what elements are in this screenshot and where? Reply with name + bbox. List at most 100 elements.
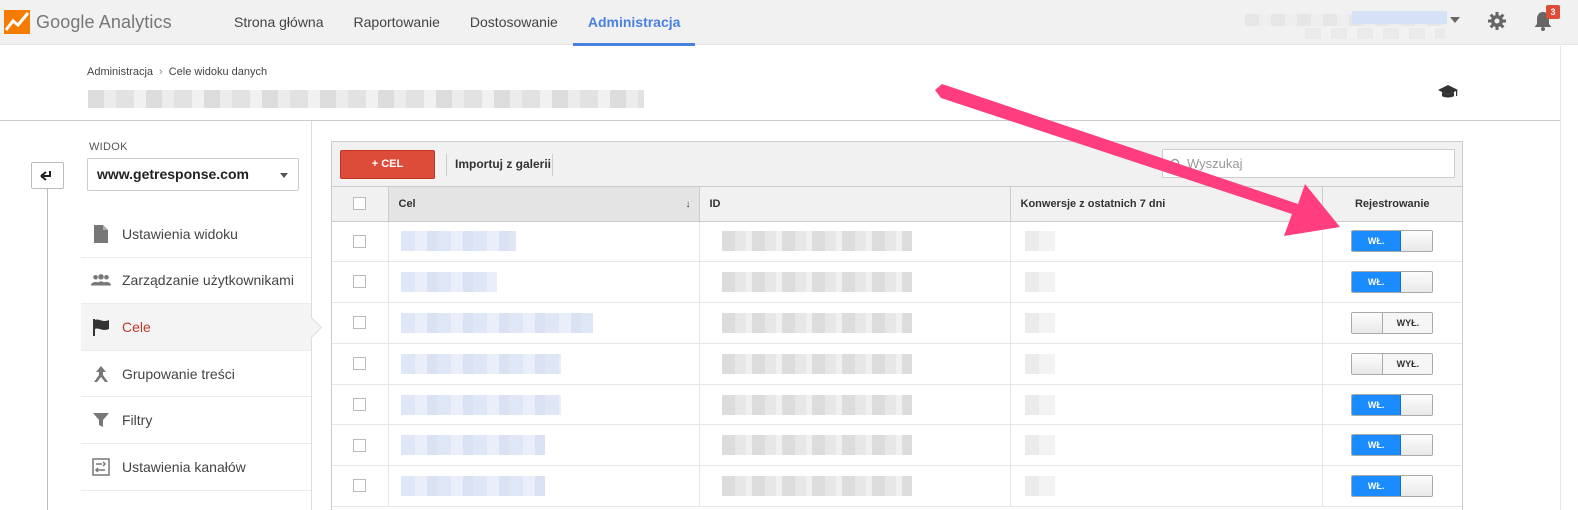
goal-name-cell[interactable] (388, 465, 700, 508)
goals-table: Cel ↓ ID Konwersje z ostatnich 7 dni Reje… (332, 187, 1462, 508)
sidebar-item-view-settings[interactable]: Ustawienia widoku (81, 211, 311, 258)
goal-id-cell (699, 465, 1011, 508)
back-button[interactable] (31, 162, 64, 189)
row-checkbox[interactable] (353, 438, 367, 452)
goal-name-cell[interactable] (388, 261, 700, 304)
sidebar-item-label: Grupowanie treści (122, 365, 235, 382)
account-selector-blurred[interactable] (1245, 10, 1447, 40)
sidebar-item-label: Ustawienia widoku (122, 225, 238, 242)
column-header-label: Konwersje z ostatnich 7 dni (1020, 197, 1166, 210)
conversions-cell (1010, 343, 1323, 385)
row-select-cell (332, 221, 389, 263)
goal-id-blurred (721, 476, 912, 497)
breadcrumb: Administracja › Cele widoku danych (87, 66, 267, 78)
goal-name-cell[interactable] (388, 302, 700, 344)
goals-panel: + CEL Importuj z galerii Cel ↓ ID Konwers… (331, 141, 1463, 510)
conversions-blurred (1024, 272, 1055, 293)
row-select-cell (332, 424, 389, 467)
row-checkbox[interactable] (353, 275, 367, 289)
row-checkbox[interactable] (353, 397, 367, 411)
sidebar-item-goals[interactable]: Cele (81, 304, 311, 351)
account-dropdown-caret-icon[interactable] (1450, 17, 1460, 23)
import-from-gallery-button[interactable]: Importuj z galerii (455, 157, 551, 171)
column-header-label: Rejestrowanie (1354, 197, 1430, 210)
add-goal-button[interactable]: + CEL (340, 150, 435, 179)
recording-toggle[interactable]: WŁ. (1351, 271, 1434, 294)
goal-name-blurred (400, 353, 561, 374)
recording-toggle[interactable]: WŁ. (1351, 230, 1434, 253)
goal-name-cell[interactable] (388, 343, 700, 385)
goal-name-cell[interactable] (388, 424, 700, 467)
toggle-label: WYŁ. (1383, 312, 1433, 333)
goal-name-cell[interactable] (388, 221, 700, 263)
nav-reporting[interactable]: Raportowanie (339, 0, 455, 45)
sidebar-item-label: Filtry (122, 412, 153, 429)
row-checkbox[interactable] (353, 234, 367, 248)
goal-id-cell (699, 221, 1011, 263)
recording-toggle[interactable]: WYŁ. (1351, 311, 1434, 334)
main-nav: Strona główna Raportowanie Dostosowanie … (219, 0, 696, 46)
column-header-id[interactable]: ID (699, 187, 1011, 222)
column-header-goal[interactable]: Cel ↓ (388, 187, 700, 222)
sidebar-menu: Ustawienia widoku Zarządzanie użytkownik… (81, 211, 311, 491)
goal-name-cell[interactable] (388, 384, 700, 426)
conversions-blurred (1024, 353, 1055, 374)
goal-id-blurred (721, 231, 912, 252)
select-all-checkbox[interactable] (353, 197, 367, 211)
recording-cell: WYŁ. (1321, 302, 1462, 344)
toggle-knob (1401, 435, 1433, 456)
breadcrumb-separator: › (159, 66, 163, 78)
recording-toggle[interactable]: WYŁ. (1351, 352, 1434, 375)
goal-name-blurred (400, 394, 561, 415)
goal-id-blurred (721, 272, 912, 293)
toggle-knob (1401, 231, 1433, 252)
search-box[interactable] (1162, 149, 1455, 178)
nav-customization[interactable]: Dostosowanie (455, 0, 573, 45)
table-row: WŁ. (332, 261, 1462, 304)
toggle-knob (1401, 476, 1433, 497)
toggle-label: WŁ. (1352, 476, 1402, 497)
recording-cell: WŁ. (1321, 384, 1462, 426)
row-select-cell (332, 302, 389, 344)
goal-id-blurred (721, 394, 912, 415)
recording-toggle[interactable]: WŁ. (1351, 434, 1434, 457)
toggle-knob (1352, 312, 1384, 333)
toggle-label: WŁ. (1352, 231, 1402, 252)
conversions-cell (1010, 384, 1323, 426)
view-selector[interactable]: www.getresponse.com (87, 158, 299, 191)
row-select-cell (332, 261, 389, 304)
breadcrumb-admin[interactable]: Administracja (87, 66, 153, 78)
conversions-blurred (1024, 476, 1055, 497)
recording-toggle[interactable]: WŁ. (1351, 393, 1434, 416)
sidebar-item-user-management[interactable]: Zarządzanie użytkownikami (81, 258, 311, 305)
nav-admin[interactable]: Administracja (572, 0, 696, 46)
row-checkbox[interactable] (353, 479, 367, 493)
search-input[interactable] (1187, 150, 1447, 177)
conversions-blurred (1024, 231, 1055, 252)
notifications-badge: 3 (1546, 5, 1560, 19)
toggle-knob (1401, 272, 1433, 293)
goal-id-blurred (721, 435, 912, 456)
gear-icon[interactable] (1487, 11, 1507, 31)
filter-icon (91, 410, 111, 430)
conversions-blurred (1024, 435, 1055, 456)
toggle-knob (1352, 353, 1384, 374)
recording-toggle[interactable]: WŁ. (1351, 475, 1434, 498)
sidebar-item-filters[interactable]: Filtry (81, 397, 311, 444)
table-row: WYŁ. (332, 302, 1462, 344)
page-scrollbar[interactable] (1560, 46, 1578, 510)
row-checkbox[interactable] (353, 316, 367, 330)
sidebar-item-content-grouping[interactable]: Grupowanie treści (81, 351, 311, 398)
select-all-cell (332, 187, 389, 222)
google-analytics-logo[interactable]: Google Analytics (4, 8, 172, 36)
sidebar-tree-line (47, 189, 48, 510)
conversions-cell (1010, 465, 1323, 508)
nav-home[interactable]: Strona główna (219, 0, 339, 45)
column-header-conversions[interactable]: Konwersje z ostatnich 7 dni (1010, 187, 1323, 222)
sidebar-item-channel-settings[interactable]: Ustawienia kanałów (81, 444, 311, 491)
goal-name-blurred (400, 231, 516, 252)
top-navigation-bar: Google Analytics Strona główna Raportowa… (0, 0, 1578, 46)
graduation-cap-icon[interactable] (1437, 84, 1459, 100)
column-header-label: ID (709, 197, 721, 210)
row-checkbox[interactable] (353, 357, 367, 371)
